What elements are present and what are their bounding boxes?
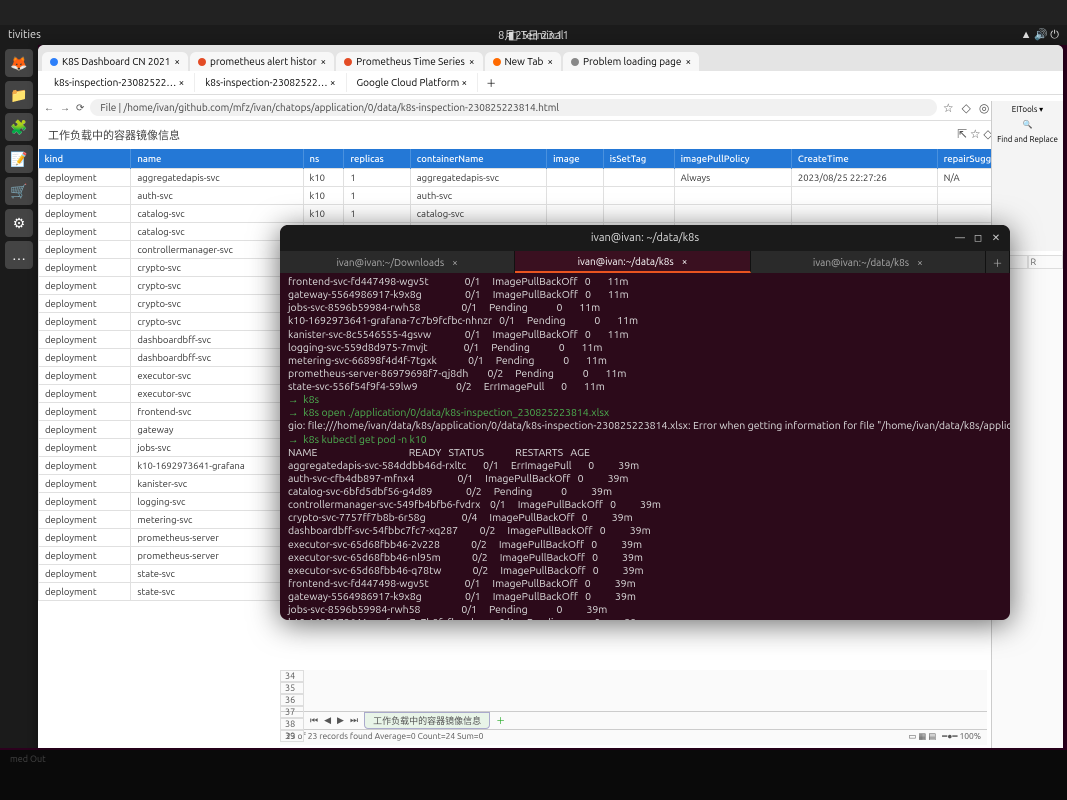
sheet-nav-icon[interactable]: ⏭ [350,715,358,726]
terminal-tab[interactable]: ivan@ivan:~/data/k8s × [515,251,750,273]
new-terminal-tab-icon[interactable]: ＋ [986,251,1010,273]
row-header[interactable]: 35 [280,682,304,694]
toolbar-icon[interactable]: ◇ [962,101,971,115]
url-field[interactable]: File | /home/ivan/github.com/mfz/ivan/ch… [90,99,936,116]
terminal-output[interactable]: frontend-svc-fd447498-wgv5t 0/1 ImagePul… [280,273,1010,620]
browser-tab[interactable]: Prometheus Time Series × [336,52,482,71]
new-tab-icon[interactable]: ＋ [478,71,504,94]
dock-app[interactable]: … [5,241,33,269]
activities-label[interactable]: tivities [8,29,41,41]
row-header[interactable]: 36 [280,694,304,706]
firefox-tab-strip: K8S Dashboard CN 2021 ×prometheus alert … [38,45,1063,71]
col-header[interactable]: R [1028,255,1064,269]
column-header[interactable]: containerName [410,149,546,169]
column-header[interactable]: imagePullPolicy [674,149,791,169]
column-header[interactable]: CreateTime [791,149,937,169]
window-min-icon[interactable]: — [954,232,966,244]
browser-subtab[interactable]: k8s-inspection-23082522… × [195,73,346,92]
column-header[interactable]: replicas [344,149,410,169]
page-heading: 工作负载中的容器镜像信息 [48,127,180,143]
dock-app[interactable]: 🛒 [5,177,33,205]
close-tab-icon[interactable]: × [452,257,458,268]
close-tab-icon[interactable]: × [174,56,180,67]
ubuntu-dock: 🦊 📁 🧩 📝 🛒 ⚙ … [0,45,38,748]
browser-tab[interactable]: prometheus alert histor × [190,52,334,71]
calc-bottom: 343536373839 ⏮ ◀ ▶ ⏭ 工作负载中的容器镜像信息 ＋ 23 o… [280,670,987,745]
close-tab-icon[interactable]: × [179,77,185,88]
window-max-icon[interactable]: ◻ [972,232,984,244]
sheet-tab[interactable]: 工作负载中的容器镜像信息 [364,712,490,729]
sheet-tabs: ⏮ ◀ ▶ ⏭ 工作负载中的容器镜像信息 ＋ [280,711,987,729]
sheet-nav-icon[interactable]: ◀ [324,715,331,726]
dock-app[interactable]: 📝 [5,145,33,173]
table-row: deploymentcatalog-svck101catalog-svc [39,205,1063,223]
sheet-nav-icon[interactable]: ⏮ [310,715,318,726]
close-tab-icon[interactable]: × [320,56,326,67]
column-header[interactable]: image [547,149,604,169]
find-replace-button[interactable]: Find and Replace [997,135,1058,144]
dock-app[interactable]: 🧩 [5,113,33,141]
table-row: deploymentauth-svck101auth-svc [39,187,1063,205]
close-tab-icon[interactable]: × [469,56,475,67]
eitools-button[interactable]: EITools ▾ [1012,105,1043,114]
browser-tab[interactable]: Problem loading page × [563,52,699,71]
column-header[interactable]: ns [303,149,344,169]
nav-fwd-icon[interactable]: → [60,102,70,114]
nav-back-icon[interactable]: ← [44,102,54,114]
firefox-secondary-tabs: k8s-inspection-23082522… ×k8s-inspection… [38,71,1063,95]
column-header[interactable]: isSetTag [603,149,674,169]
terminal-window[interactable]: ivan@ivan: ~/data/k8s — ◻ ✕ ivan@ivan:~/… [280,225,1010,620]
clock[interactable]: 8月25日 23:11 [498,27,569,43]
row-header[interactable]: 37 [280,706,304,718]
terminal-titlebar: ivan@ivan: ~/data/k8s — ◻ ✕ [280,225,1010,251]
dock-app[interactable]: 📁 [5,81,33,109]
dock-app[interactable]: 🦊 [5,49,33,77]
sheet-nav-icon[interactable]: ▶ [337,715,344,726]
row-header[interactable]: 34 [280,670,304,682]
dock-app[interactable]: ⚙ [5,209,33,237]
terminal-tab[interactable]: ivan@ivan:~/Downloads × [280,251,515,273]
table-row: deploymentaggregatedapis-svck101aggregat… [39,169,1063,187]
browser-subtab[interactable]: k8s-inspection-23082522… × [44,73,195,92]
column-header[interactable]: name [131,149,303,169]
close-tab-icon[interactable]: × [917,257,923,268]
zoom-level[interactable]: ▭ ▦ ▤ ━●━ 100% [908,731,981,744]
close-tab-icon[interactable]: × [682,256,688,267]
column-header[interactable]: kind [39,149,131,169]
browser-tab[interactable]: K8S Dashboard CN 2021 × [42,52,188,71]
close-tab-icon[interactable]: × [685,56,691,67]
firefox-toolbar: ← → ⟳ File | /home/ivan/github.com/mfz/i… [38,95,1063,121]
window-close-icon[interactable]: ✕ [990,232,1002,244]
browser-tab[interactable]: New Tab × [485,52,562,71]
system-tray[interactable]: ▲ 🔊 ⏻ [1021,28,1059,42]
monitor-bezel: med Out [0,750,1067,800]
row-header[interactable]: 38 [280,718,304,730]
close-tab-icon[interactable]: × [330,77,336,88]
row-header[interactable]: 39 [280,730,304,742]
browser-subtab[interactable]: Google Cloud Platform × [347,73,479,92]
terminal-tab[interactable]: ivan@ivan:~/data/k8s × [751,251,986,273]
add-sheet-icon[interactable]: ＋ [496,714,505,727]
status-left: 23 of 23 records found Average=0 Count=2… [286,731,483,744]
gnome-top-bar: tivities ◧ Terminal 8月25日 23:11 ▲ 🔊 ⏻ [0,25,1067,45]
close-tab-icon[interactable]: × [462,77,468,88]
toolbar-icon[interactable]: ☆ [943,101,954,115]
reload-icon[interactable]: ⟳ [76,102,84,114]
toolbar-icon[interactable]: ◎ [979,101,989,115]
close-tab-icon[interactable]: × [547,56,553,67]
terminal-tabs: ivan@ivan:~/Downloads ×ivan@ivan:~/data/… [280,251,1010,273]
